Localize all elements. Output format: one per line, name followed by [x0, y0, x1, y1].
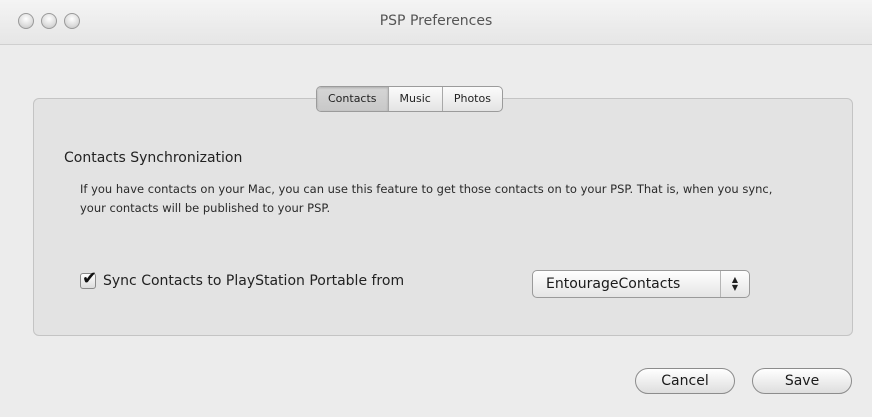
popup-arrows-icon: ▲ ▼: [720, 271, 749, 297]
section-description: If you have contacts on your Mac, you ca…: [80, 182, 773, 215]
preferences-window: PSP Preferences Contacts Music Photos Co…: [0, 0, 872, 417]
tab-bar: Contacts Music Photos: [316, 86, 503, 112]
popup-selected-value: EntourageContacts: [546, 276, 681, 292]
arrow-down-icon: ▼: [731, 283, 739, 292]
window-title: PSP Preferences: [379, 13, 493, 29]
cancel-button[interactable]: Cancel: [635, 368, 735, 394]
tab-photos[interactable]: Photos: [443, 87, 502, 111]
tab-music[interactable]: Music: [389, 87, 443, 111]
sync-contacts-row: ✔ Sync Contacts to PlayStation Portable …: [80, 268, 404, 289]
title-bar[interactable]: PSP Preferences: [0, 0, 872, 45]
sync-contacts-checkbox[interactable]: ✔: [80, 268, 97, 289]
section-title: Contacts Synchronization: [64, 150, 243, 166]
contacts-source-popup[interactable]: EntourageContacts ▲ ▼: [532, 270, 750, 298]
sync-contacts-label[interactable]: Sync Contacts to PlayStation Portable fr…: [103, 273, 404, 289]
save-button[interactable]: Save: [752, 368, 852, 394]
tab-contacts[interactable]: Contacts: [317, 87, 389, 111]
checkmark-icon: ✔: [82, 268, 98, 289]
